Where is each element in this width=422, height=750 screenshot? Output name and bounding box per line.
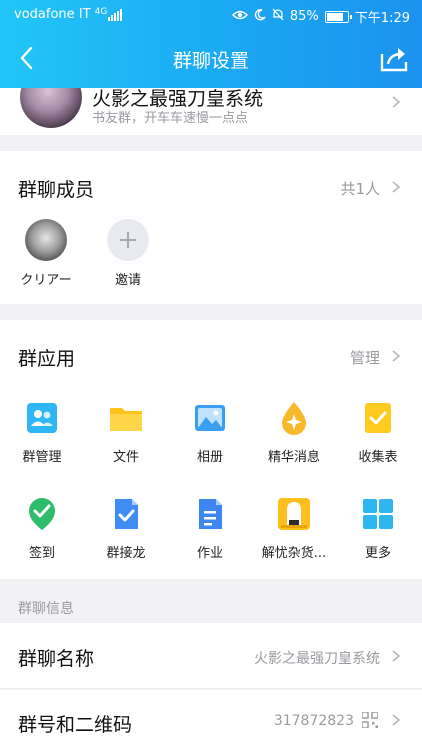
homework-icon [192,496,228,532]
mute-bell-icon [272,8,284,25]
group-name-value: 火影之最强刀皇系统 [254,651,380,667]
app-highlights[interactable]: 精华消息 [252,400,336,465]
group-id-value: 317872823 [273,713,354,729]
app-collect-form[interactable]: 收集表 [336,400,420,465]
page-title: 群聊设置 [172,50,249,72]
avatar [25,219,67,261]
group-id-label: 群号和二维码 [18,714,133,736]
solitaire-icon [108,496,144,532]
info-header-label: 群聊信息 [18,601,74,617]
group-manage-icon [24,400,60,436]
app-album[interactable]: 相册 [168,400,252,465]
app-label: 群管理 [22,450,62,465]
group-id-row[interactable]: 群号和二维码 317872823 [0,690,422,750]
member-item[interactable]: クリアー [14,219,78,288]
invite-button[interactable]: 邀请 [96,219,160,288]
app-group-manage[interactable]: 群管理 [0,400,84,465]
members-section: 群聊成员 共1人 クリアー 邀请 [0,151,422,304]
member-name: クリアー [20,273,72,288]
chevron-right-icon [392,650,401,662]
checkin-icon [24,496,60,532]
qr-code-icon [362,712,378,728]
invite-label: 邀请 [114,273,141,288]
app-homework[interactable]: 作业 [168,496,252,561]
app-label: 文件 [112,450,139,465]
plus-icon [107,219,149,261]
group-profile-card[interactable]: 火影之最强刀皇系统 书友群，开车车速慢一点点 [0,88,422,135]
battery-icon [324,10,352,23]
group-name-label: 群聊名称 [18,648,95,670]
app-label: 签到 [28,546,55,561]
eye-icon [231,9,248,25]
group-description: 书友群，开车车速慢一点点 [92,111,249,126]
app-files[interactable]: 文件 [84,400,168,465]
signal-icon [108,9,122,21]
members-count[interactable]: 共1人 [340,178,380,199]
chevron-right-icon [392,714,401,726]
app-grocery[interactable]: 解忧杂货... [252,496,336,561]
grocery-icon [276,496,312,532]
app-label: 更多 [364,546,391,561]
app-checkin[interactable]: 签到 [0,496,84,561]
app-more[interactable]: 更多 [336,496,420,561]
chevron-right-icon [392,96,401,108]
group-name-row[interactable]: 群聊名称 火影之最强刀皇系统 [0,623,422,689]
album-icon [192,400,228,436]
nav-bar: 群聊设置 [0,36,422,82]
apps-manage-link[interactable]: 管理 [350,347,380,368]
members-title: 群聊成员 [18,179,95,201]
share-icon[interactable] [378,42,410,74]
more-icon [360,496,396,532]
moon-icon [254,8,266,25]
info-section-header: 群聊信息 [0,594,422,622]
group-avatar [20,88,82,128]
app-solitaire[interactable]: 群接龙 [84,496,168,561]
highlight-icon [276,400,312,436]
chevron-right-icon[interactable] [390,181,402,193]
apps-title: 群应用 [18,348,76,370]
status-bar: vodafone IT 4G 85% 下午1:29 [0,0,422,30]
collect-form-icon [360,400,396,436]
folder-icon [108,400,144,436]
battery-percent: 85% [289,9,319,24]
app-label: 收集表 [358,450,398,465]
app-label: 相册 [196,450,223,465]
app-label: 解忧杂货... [261,546,327,561]
carrier-label: vodafone IT 4G [14,7,108,22]
clock: 下午1:29 [354,11,410,26]
top-bar: vodafone IT 4G 85% 下午1:29 群聊设置 [0,0,422,88]
app-label: 群接龙 [106,546,146,561]
chevron-right-icon[interactable] [390,350,402,362]
app-label: 作业 [196,546,223,561]
group-apps-section: 群应用 管理 群管理 文件 相册 精华消息 收集表 签到 群接龙 作业 解忧杂货… [0,320,422,579]
app-label: 精华消息 [267,450,320,465]
